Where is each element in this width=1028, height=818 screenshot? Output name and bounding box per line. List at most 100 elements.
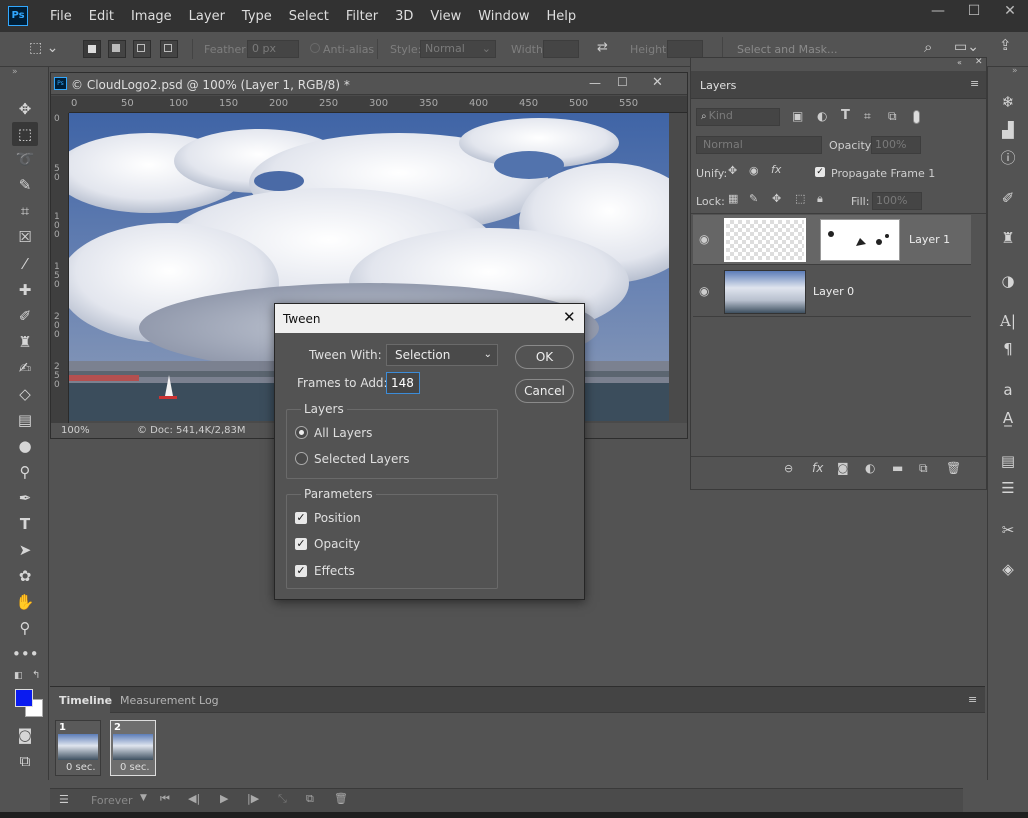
fill-input[interactable]: 100%	[872, 192, 922, 210]
propagate-checkbox[interactable]: ✓	[815, 167, 825, 177]
position-label[interactable]: Position	[314, 511, 361, 525]
add-style-icon[interactable]: fx	[812, 462, 823, 474]
horizontal-ruler[interactable]: 0 50 100 150 200 250 300 350 400 450 500…	[69, 96, 687, 113]
collapse-icon[interactable]: »	[12, 68, 18, 77]
eyedropper-tool-icon[interactable]: ⁄	[12, 252, 38, 276]
doc-size-info[interactable]: © Doc: 541,4K/2,83M	[137, 425, 246, 436]
trash-icon[interactable]: 🗑︎	[946, 462, 961, 474]
pen-tool-icon[interactable]: ✒	[12, 486, 38, 510]
lock-position-icon[interactable]: ✥	[772, 193, 781, 204]
histogram-icon[interactable]: ▟	[996, 119, 1020, 141]
type-filter-icon[interactable]: T	[841, 109, 850, 122]
new-group-icon[interactable]: ▬	[892, 462, 903, 474]
intersect-selection-button[interactable]	[160, 40, 178, 58]
convert-timeline-icon[interactable]: ☰	[59, 794, 69, 805]
duplicate-frame-icon[interactable]: ⧉	[306, 793, 314, 804]
minimize-button[interactable]: —	[920, 0, 956, 24]
adjustment-layer-icon[interactable]: ◐	[865, 462, 875, 474]
new-layer-icon[interactable]: ⧉	[919, 462, 928, 474]
tab-layers[interactable]: Layers	[700, 79, 736, 92]
filter-toggle[interactable]	[913, 110, 920, 124]
panel-close-icon[interactable]: ✕	[975, 58, 983, 67]
lock-artboard-icon[interactable]: ⬚	[795, 193, 805, 204]
opacity-label[interactable]: Opacity	[314, 537, 360, 551]
screen-mode-icon[interactable]: ⧉	[12, 749, 38, 773]
add-mask-icon[interactable]: ◙	[837, 462, 849, 474]
height-input[interactable]	[667, 40, 703, 58]
dodge-tool-icon[interactable]: ⚲	[12, 460, 38, 484]
width-input[interactable]	[543, 40, 579, 58]
selected-layers-radio[interactable]	[295, 452, 308, 465]
all-layers-label[interactable]: All Layers	[314, 426, 372, 440]
default-colors-icon[interactable]: ◧	[14, 672, 23, 681]
doc-minimize-button[interactable]: —	[589, 77, 601, 89]
animation-frame[interactable]: 1 0 sec.	[55, 720, 101, 776]
maximize-button[interactable]: ☐	[956, 0, 992, 24]
unify-visibility-icon[interactable]: ◉	[749, 165, 759, 176]
subtract-selection-button[interactable]	[133, 40, 151, 58]
info-icon[interactable]: ⓘ	[996, 147, 1020, 169]
clone-source-icon[interactable]: ♜	[996, 227, 1020, 249]
delete-frame-icon[interactable]: 🗑︎	[334, 793, 348, 804]
effects-checkbox[interactable]: ✓	[295, 565, 307, 577]
marquee-tool-icon[interactable]: ⬚	[12, 122, 38, 146]
add-selection-button[interactable]	[108, 40, 126, 58]
paragraph-icon[interactable]: ¶	[996, 338, 1020, 360]
shape-tool-icon[interactable]: ✿	[12, 564, 38, 588]
layer-row[interactable]: ◉ Layer 0	[693, 267, 971, 317]
menu-edit[interactable]: Edit	[80, 9, 122, 24]
collapse-icon[interactable]: «	[957, 59, 962, 67]
swap-colors-icon[interactable]: ↰	[32, 671, 40, 681]
eraser-tool-icon[interactable]: ◇	[12, 382, 38, 406]
swap-icon[interactable]: ⇄	[597, 41, 608, 54]
path-selection-tool-icon[interactable]: ➤	[12, 538, 38, 562]
select-and-mask-button[interactable]: Select and Mask...	[737, 43, 837, 56]
marquee-preset-picker[interactable]: ⬚ ⌄	[29, 40, 69, 58]
effects-label[interactable]: Effects	[314, 564, 355, 578]
adjustments-icon[interactable]: ❄	[996, 91, 1020, 113]
lock-transparency-icon[interactable]: ▦	[728, 193, 738, 204]
layer-name[interactable]: Layer 1	[909, 233, 950, 246]
foreground-color-swatch[interactable]	[15, 689, 33, 707]
link-layers-icon[interactable]: ⊖	[784, 463, 793, 474]
lock-all-icon[interactable]: 🔒︎	[817, 193, 823, 204]
visibility-eye-icon[interactable]: ◉	[699, 233, 709, 245]
character-styles-icon[interactable]: a	[996, 379, 1020, 401]
play-icon[interactable]: ▶	[220, 793, 228, 804]
opacity-checkbox[interactable]: ✓	[295, 538, 307, 550]
frame-tool-icon[interactable]: ☒	[12, 225, 38, 249]
tab-timeline[interactable]: Timeline	[59, 694, 112, 707]
menu-type[interactable]: Type	[233, 9, 280, 24]
new-selection-button[interactable]	[83, 40, 101, 58]
share-icon[interactable]: ⇪	[999, 38, 1012, 53]
antialias-checkbox[interactable]	[310, 43, 320, 53]
cancel-button[interactable]: Cancel	[515, 379, 574, 403]
smart-object-filter-icon[interactable]: ⧉	[888, 110, 897, 122]
crop-tool-icon[interactable]: ⌗	[12, 199, 38, 223]
menu-view[interactable]: View	[421, 9, 469, 24]
previous-frame-icon[interactable]: ◀|	[188, 793, 200, 804]
feather-input[interactable]: 0 px	[247, 40, 299, 58]
visibility-eye-icon[interactable]: ◉	[699, 285, 709, 297]
notes-icon[interactable]: ☰	[996, 477, 1020, 499]
layer-thumbnail[interactable]	[724, 218, 806, 262]
lock-pixels-icon[interactable]: ✎	[749, 193, 758, 204]
dialog-title-bar[interactable]: Tween ✕	[275, 304, 584, 333]
gradient-tool-icon[interactable]: ▤	[12, 408, 38, 432]
color-icon[interactable]: ◑	[996, 270, 1020, 292]
dialog-close-icon[interactable]: ✕	[563, 308, 576, 326]
doc-close-button[interactable]: ✕	[652, 76, 663, 89]
tween-with-select[interactable]: Selection ⌄	[386, 344, 498, 366]
more-tools-icon[interactable]: •••	[12, 642, 39, 666]
layer-mask-thumbnail[interactable]	[820, 219, 900, 261]
healing-brush-tool-icon[interactable]: ✚	[12, 278, 38, 302]
first-frame-icon[interactable]: ⏮	[160, 793, 170, 804]
kind-filter-select[interactable]: ⌕ Kind	[696, 108, 780, 126]
workspace-icon[interactable]: ▭⌄	[954, 40, 979, 54]
tween-icon[interactable]: ⤡	[278, 793, 287, 804]
selected-layers-label[interactable]: Selected Layers	[314, 452, 410, 466]
quick-selection-tool-icon[interactable]: ✎	[12, 173, 38, 197]
loop-select[interactable]: Forever	[91, 794, 133, 807]
menu-select[interactable]: Select	[280, 9, 337, 24]
tab-measurement-log[interactable]: Measurement Log	[120, 694, 219, 707]
